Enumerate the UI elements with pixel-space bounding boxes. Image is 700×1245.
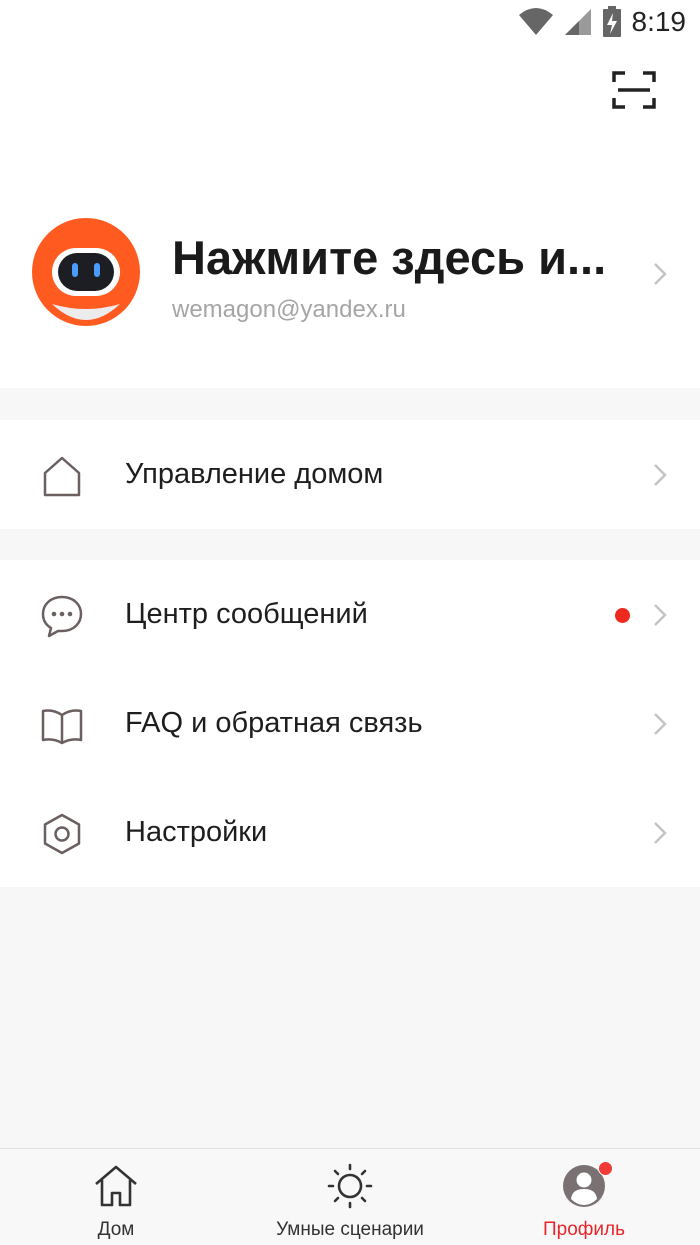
settings-icon xyxy=(43,813,81,855)
menu-item-label: Управление домом xyxy=(125,458,384,490)
book-icon xyxy=(41,709,83,745)
tab-profile[interactable]: Профиль xyxy=(508,1149,660,1245)
unread-badge xyxy=(615,608,630,623)
profile-name[interactable]: Нажмите здесь и... xyxy=(172,230,606,285)
battery-charging-icon xyxy=(602,6,621,37)
sun-icon xyxy=(327,1163,373,1209)
tab-home[interactable]: Дом xyxy=(40,1149,192,1245)
menu-item-label: Настройки xyxy=(125,816,268,848)
menu-item-home-management[interactable]: Управление домом xyxy=(0,420,700,529)
chevron-right-icon xyxy=(654,713,667,735)
tab-label: Профиль xyxy=(542,1219,626,1240)
menu-item-label: Центр сообщений xyxy=(125,598,368,630)
notification-badge xyxy=(598,1161,613,1176)
menu-group-main: Центр сообщений FAQ и обратная связь Нас… xyxy=(0,560,700,887)
wifi-icon xyxy=(518,8,553,35)
tab-label: Умные сценарии xyxy=(276,1219,424,1240)
scan-icon[interactable] xyxy=(612,70,656,110)
home-icon xyxy=(95,1165,137,1207)
message-icon xyxy=(41,595,83,638)
chevron-right-icon xyxy=(654,604,667,626)
menu-group-home: Управление домом xyxy=(0,420,700,529)
chevron-right-icon xyxy=(654,464,667,486)
home-icon xyxy=(43,456,81,497)
menu-item-label: FAQ и обратная связь xyxy=(125,707,423,739)
chevron-right-icon xyxy=(654,822,667,844)
menu-item-message-center[interactable]: Центр сообщений xyxy=(0,560,700,669)
profile-header: Нажмите здесь и... wemagon@yandex.ru xyxy=(0,48,700,388)
tab-smart-scenes[interactable]: Умные сценарии xyxy=(250,1149,450,1245)
chevron-right-icon xyxy=(654,263,667,285)
menu-item-settings[interactable]: Настройки xyxy=(0,778,700,887)
menu-item-faq-feedback[interactable]: FAQ и обратная связь xyxy=(0,669,700,778)
robot-avatar-icon[interactable] xyxy=(32,218,140,326)
profile-email: wemagon@yandex.ru xyxy=(172,296,406,323)
cellular-signal-icon xyxy=(564,9,591,35)
bottom-tab-bar: Дом Умные сценарии Профиль xyxy=(0,1148,700,1245)
status-time: 8:19 xyxy=(631,6,687,37)
status-icons: 8:19 xyxy=(518,6,687,38)
tab-label: Дом xyxy=(97,1219,135,1240)
profile-card[interactable]: Нажмите здесь и... wemagon@yandex.ru xyxy=(32,218,682,328)
status-bar: 8:19 xyxy=(0,0,700,48)
